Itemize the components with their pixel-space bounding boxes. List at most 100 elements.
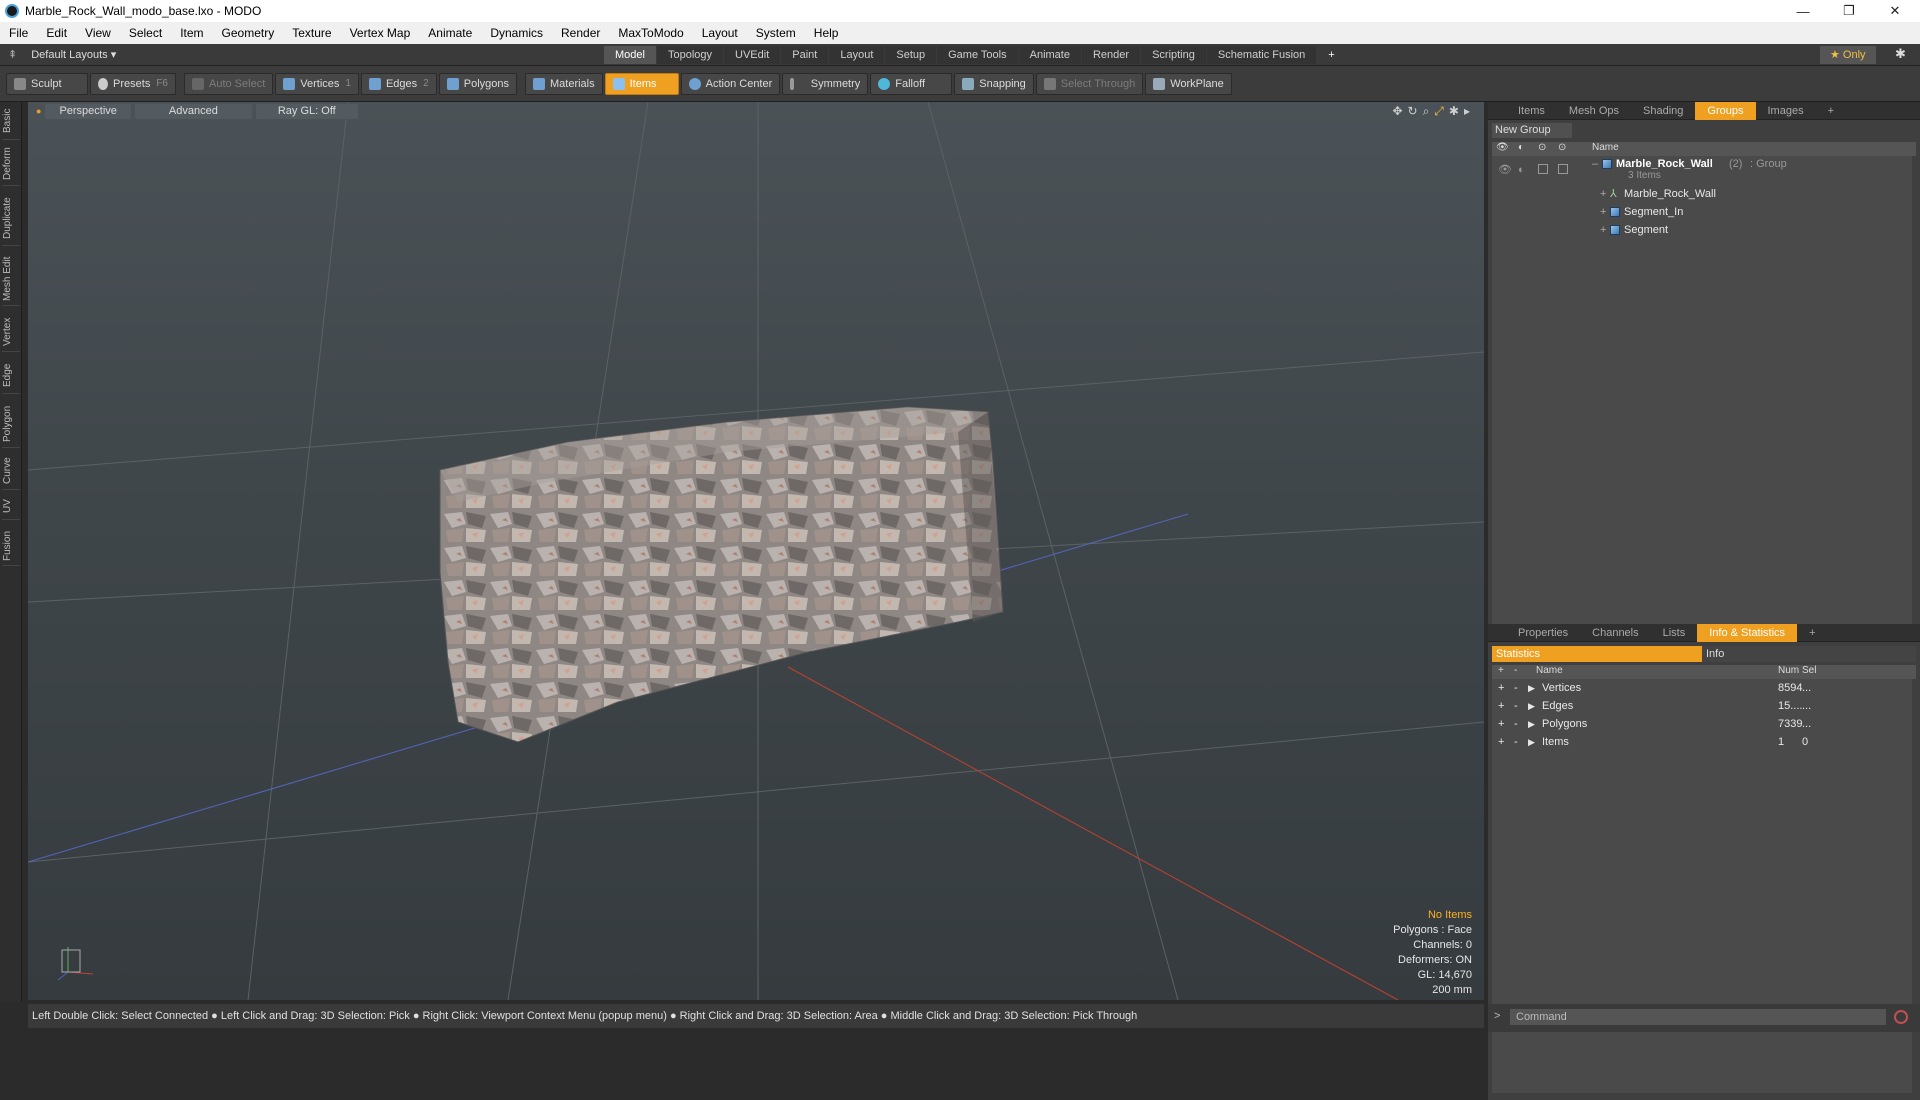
tab-game-tools[interactable]: Game Tools	[937, 46, 1018, 64]
symmetry-button[interactable]: Symmetry	[782, 72, 869, 95]
tab-lists[interactable]: Lists	[1651, 624, 1698, 642]
menu-geometry[interactable]: Geometry	[213, 26, 284, 40]
group-render-icon[interactable]: ◐	[1518, 162, 1525, 178]
tab-scripting[interactable]: Scripting	[1141, 46, 1206, 64]
select-through-button[interactable]: Select Through	[1035, 72, 1144, 95]
menu-vertex-map[interactable]: Vertex Map	[341, 26, 420, 40]
3d-viewport[interactable]: ● Perspective Advanced Ray GL: Off ✥ ↻ ⌕…	[28, 102, 1484, 1000]
edges-button[interactable]: Edges 2	[360, 72, 437, 95]
tab-animate[interactable]: Animate	[1018, 46, 1081, 64]
perspective-dropdown[interactable]: Perspective	[45, 104, 131, 119]
menu-animate[interactable]: Animate	[419, 26, 481, 40]
left-tab-duplicate[interactable]: Duplicate	[2, 192, 20, 246]
left-tab-basic[interactable]: Basic	[2, 102, 20, 140]
presets-button[interactable]: Presets F6	[90, 72, 176, 95]
tab-model[interactable]: Model	[604, 46, 656, 64]
row-expand-icon[interactable]: ▶	[1528, 733, 1535, 751]
menu-layout[interactable]: Layout	[693, 26, 747, 40]
viewport-menu-icon[interactable]: ●	[36, 104, 41, 119]
marble-rock-wall-mesh[interactable]	[439, 406, 1004, 743]
menu-system[interactable]: System	[747, 26, 805, 40]
row-add-icon[interactable]: +	[1498, 715, 1504, 733]
tab-paint[interactable]: Paint	[781, 46, 829, 64]
child-expand-icon[interactable]: +	[1600, 204, 1606, 220]
tab-schematic-fusion[interactable]: Schematic Fusion	[1206, 46, 1317, 64]
tab-properties[interactable]: Properties	[1506, 624, 1580, 642]
table-row[interactable]: + - ▶ Items 1 0	[1492, 733, 1912, 751]
group-child-marble-rock-wall[interactable]: + ⅄ Marble_Rock_Wall	[1492, 186, 1912, 202]
falloff-button[interactable]: Falloff	[870, 72, 953, 95]
tab-images[interactable]: Images	[1756, 102, 1816, 120]
group-child-segment[interactable]: + Segment	[1492, 222, 1912, 238]
group-lock-icon[interactable]	[1538, 164, 1548, 174]
table-row[interactable]: + - ▶ Edges 15.... ...	[1492, 697, 1912, 715]
row-add-icon[interactable]: +	[1498, 679, 1504, 697]
tab-statistics[interactable]: Statistics	[1492, 646, 1702, 662]
row-remove-icon[interactable]: -	[1514, 733, 1518, 751]
left-tab-vertex[interactable]: Vertex	[2, 312, 20, 352]
polygons-button[interactable]: Polygons	[438, 72, 517, 95]
settings-gear-icon[interactable]: ✱	[1895, 46, 1906, 62]
row-expand-icon[interactable]: ▶	[1528, 679, 1535, 697]
left-tab-deform[interactable]: Deform	[2, 142, 20, 186]
tab-channels[interactable]: Channels	[1580, 624, 1650, 642]
fit-view-icon[interactable]: ⤢	[1434, 104, 1444, 119]
menu-edit[interactable]: Edit	[37, 26, 76, 40]
menu-item[interactable]: Item	[171, 26, 212, 40]
group-child-segment-in[interactable]: + Segment_In	[1492, 204, 1912, 220]
layout-preset-dropdown[interactable]: Default Layouts ▾	[31, 48, 116, 61]
new-group-button[interactable]: New Group	[1492, 123, 1572, 138]
tab-uvedit[interactable]: UVEdit	[724, 46, 781, 64]
collapse-all-icon[interactable]: -	[1514, 665, 1517, 676]
add-tab-icon[interactable]: +	[1317, 46, 1345, 64]
menu-view[interactable]: View	[76, 26, 120, 40]
group-visibility-icon[interactable]: 👁	[1498, 162, 1512, 178]
expand-all-icon[interactable]: +	[1498, 665, 1504, 676]
tab-info[interactable]: Info	[1702, 646, 1916, 662]
action-center-button[interactable]: Action Center	[680, 72, 781, 95]
viewport-expand-icon[interactable]: ▸	[1464, 104, 1470, 119]
row-expand-icon[interactable]: ▶	[1528, 715, 1535, 733]
child-expand-icon[interactable]: +	[1600, 222, 1606, 238]
command-record-icon[interactable]	[1894, 1010, 1908, 1024]
minimize-icon[interactable]: —	[1780, 0, 1826, 22]
left-tab-fusion[interactable]: Fusion	[2, 526, 20, 566]
vertices-button[interactable]: Vertices 1	[275, 72, 359, 95]
tab-groups[interactable]: Groups	[1695, 101, 1756, 120]
rotate-view-icon[interactable]: ↻	[1408, 104, 1418, 119]
sculpt-button[interactable]: Sculpt	[6, 72, 88, 95]
group-row[interactable]: 👁 ◐ – Marble_Rock_Wall (2) : Group 3 Ite…	[1492, 156, 1912, 184]
menu-select[interactable]: Select	[120, 26, 171, 40]
left-tab-curve[interactable]: Curve	[2, 452, 20, 490]
row-remove-icon[interactable]: -	[1514, 679, 1518, 697]
items-button[interactable]: Items	[604, 72, 679, 95]
add-panel-tab-icon[interactable]: +	[1797, 624, 1827, 642]
only-button[interactable]: ★ Only	[1820, 46, 1876, 64]
group-expand-icon[interactable]: –	[1592, 156, 1598, 172]
table-row[interactable]: + - ▶ Polygons 7339 ...	[1492, 715, 1912, 733]
row-expand-icon[interactable]: ▶	[1528, 697, 1535, 715]
menu-render[interactable]: Render	[552, 26, 609, 40]
tab-layout[interactable]: Layout	[829, 46, 885, 64]
left-tab-mesh-edit[interactable]: Mesh Edit	[2, 252, 20, 306]
zoom-view-icon[interactable]: ⌕	[1423, 104, 1430, 119]
tab-topology[interactable]: Topology	[656, 46, 724, 64]
auto-select-button[interactable]: Auto Select	[184, 72, 274, 95]
row-remove-icon[interactable]: -	[1514, 715, 1518, 733]
raygl-toggle[interactable]: Ray GL: Off	[255, 104, 358, 119]
menu-dynamics[interactable]: Dynamics	[481, 26, 552, 40]
menu-file[interactable]: File	[0, 26, 37, 40]
maximize-icon[interactable]: ❐	[1826, 0, 1872, 22]
left-tab-uv[interactable]: UV	[2, 494, 20, 520]
tab-shading[interactable]: Shading	[1631, 102, 1695, 120]
menu-help[interactable]: Help	[805, 26, 848, 40]
tab-render[interactable]: Render	[1081, 46, 1141, 64]
close-icon[interactable]: ✕	[1872, 0, 1918, 22]
row-remove-icon[interactable]: -	[1514, 697, 1518, 715]
viewport-settings-icon[interactable]: ✱	[1449, 104, 1459, 119]
row-add-icon[interactable]: +	[1498, 733, 1504, 751]
left-tab-polygon[interactable]: Polygon	[2, 400, 20, 448]
menu-texture[interactable]: Texture	[283, 26, 340, 40]
row-add-icon[interactable]: +	[1498, 697, 1504, 715]
tab-info-statistics[interactable]: Info & Statistics	[1697, 623, 1798, 642]
